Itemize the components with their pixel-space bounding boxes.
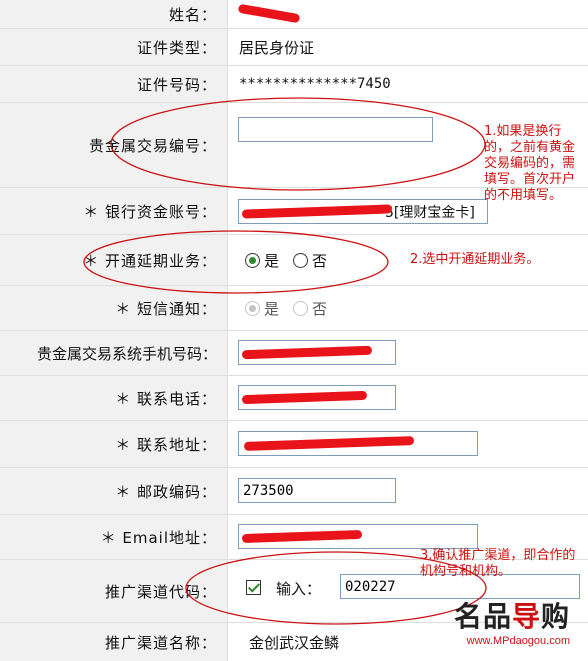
channel-code-input-label: 输入： xyxy=(276,580,322,598)
sms-no-label: 否 xyxy=(312,299,328,318)
phone-label: ＊ 联系电话： xyxy=(0,376,228,420)
name-label: 姓名： xyxy=(0,0,228,28)
bank-account-suffix: 5[理财宝金卡] xyxy=(385,205,475,221)
annotation-note-3: 3.确认推广渠道，即合作的机构号和机构。 xyxy=(420,548,576,579)
annotation-note-1: 1.如果是换行的，之前有黄金交易编码的，需填写。首次开户的不用填写。 xyxy=(484,124,576,203)
sms-no-radio[interactable] xyxy=(293,300,309,316)
address-label: ＊ 联系地址： xyxy=(0,421,228,467)
watermark-brand-a: 名品 xyxy=(453,600,512,633)
extended-no-radio[interactable] xyxy=(293,252,309,268)
channel-code-label: 推广渠道代码： xyxy=(0,560,228,622)
annotation-note-2: 2.选中开通延期业务。 xyxy=(410,252,540,267)
id-number-row: 证件号码： **************7450 xyxy=(0,66,588,103)
mobile-label: 贵金属交易系统手机号码： xyxy=(0,331,228,375)
id-type-row: 证件类型： 居民身份证 xyxy=(0,29,588,66)
channel-code-checkbox[interactable] xyxy=(246,580,261,595)
sms-row: ＊ 短信通知： 是 否 xyxy=(0,286,588,331)
postcode-label: ＊ 邮政编码： xyxy=(0,468,228,514)
id-type-value: 居民身份证 xyxy=(239,38,315,57)
extended-yes-label: 是 xyxy=(264,251,280,270)
phone-row: ＊ 联系电话： xyxy=(0,376,588,421)
address-row: ＊ 联系地址： xyxy=(0,421,588,468)
sms-yes-label: 是 xyxy=(264,299,280,318)
postcode-row: ＊ 邮政编码： xyxy=(0,468,588,515)
sms-yes-radio[interactable] xyxy=(245,300,260,316)
channel-name-label: 推广渠道名称： xyxy=(0,623,228,661)
email-label: ＊ Email地址： xyxy=(0,515,228,559)
postcode-input[interactable] xyxy=(238,478,396,503)
extended-yes-radio[interactable] xyxy=(245,252,260,268)
watermark-brand-c: 购 xyxy=(540,600,570,633)
watermark-logo: 名品导购 www.MPdaogou.com xyxy=(454,595,570,647)
sms-label: ＊ 短信通知： xyxy=(0,286,228,330)
metal-code-label: 贵金属交易编号： xyxy=(0,103,228,187)
watermark-brand-b: 导 xyxy=(511,600,541,633)
id-number-label: 证件号码： xyxy=(0,66,228,102)
metal-code-input[interactable] xyxy=(238,117,433,142)
extended-label: ＊ 开通延期业务： xyxy=(0,235,228,285)
bank-account-label: ＊ 银行资金账号： xyxy=(0,188,228,234)
id-number-value: **************7450 xyxy=(239,76,391,92)
id-type-label: 证件类型： xyxy=(0,29,228,65)
extended-no-label: 否 xyxy=(312,251,328,270)
mobile-row: 贵金属交易系统手机号码： xyxy=(0,331,588,376)
watermark-url: www.MPdaogou.com xyxy=(466,635,570,647)
